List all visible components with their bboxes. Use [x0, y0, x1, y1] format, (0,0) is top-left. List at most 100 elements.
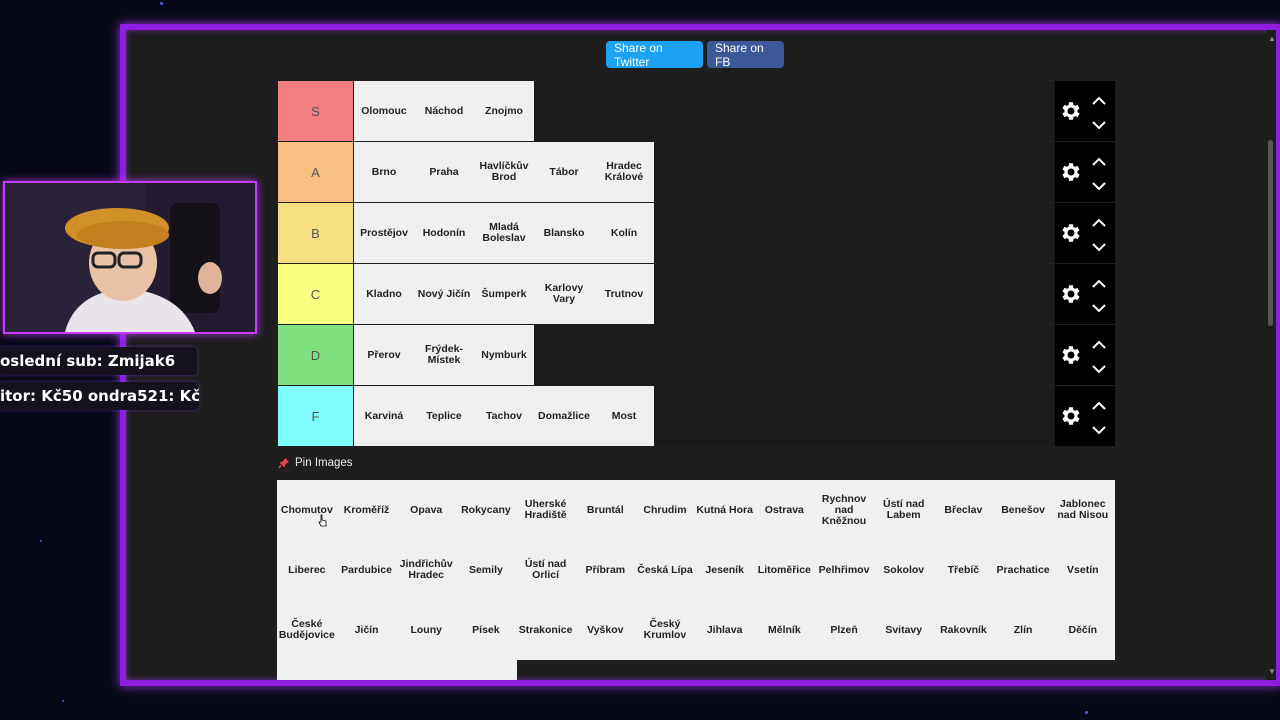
pool-item[interactable]: Zlín — [993, 600, 1053, 660]
pool-item[interactable]: Bruntál — [575, 480, 635, 540]
move-down-icon[interactable] — [1092, 117, 1106, 130]
pool-item[interactable]: Ústí nad Labem — [874, 480, 934, 540]
pool-item[interactable]: Sokolov — [874, 540, 934, 600]
tier-item[interactable]: Praha — [414, 142, 474, 202]
pool-item[interactable]: Mělník — [755, 600, 815, 660]
pool-item[interactable]: Kutná Hora — [695, 480, 755, 540]
pool-item[interactable]: Břeclav — [934, 480, 994, 540]
pool-item[interactable]: Louny — [396, 600, 456, 660]
tier-item[interactable]: Šumperk — [474, 264, 534, 324]
tier-item[interactable]: Hodonín — [414, 203, 474, 263]
tier-label[interactable]: C — [278, 264, 353, 324]
move-up-icon[interactable] — [1092, 215, 1106, 227]
move-down-icon[interactable] — [1092, 422, 1106, 435]
tier-item[interactable]: Tachov — [474, 386, 534, 446]
move-down-icon[interactable] — [1092, 239, 1106, 252]
pool-item[interactable]: Prachatice — [993, 540, 1053, 600]
tier-item[interactable]: Karlovy Vary — [534, 264, 594, 324]
pool-item[interactable]: Plzeň — [814, 600, 874, 660]
tier-item[interactable]: Trutnov — [594, 264, 654, 324]
tier-label[interactable]: S — [278, 81, 353, 141]
pool-item[interactable]: Liberec — [277, 540, 337, 600]
move-down-icon[interactable] — [1092, 178, 1106, 191]
tier-label[interactable]: A — [278, 142, 353, 202]
gear-icon[interactable] — [1059, 99, 1083, 123]
tier-label[interactable]: B — [278, 203, 353, 263]
tier-item[interactable]: Nymburk — [474, 325, 534, 385]
tier-item[interactable]: Přerov — [354, 325, 414, 385]
pool-item[interactable]: Třebíč — [934, 540, 994, 600]
tier-item[interactable]: Mladá Boleslav — [474, 203, 534, 263]
gear-icon[interactable] — [1059, 404, 1083, 428]
pool-item[interactable]: Pardubice — [337, 540, 397, 600]
pool-item[interactable]: Kroměříž — [337, 480, 397, 540]
move-down-icon[interactable] — [1092, 361, 1106, 374]
move-up-icon[interactable] — [1092, 276, 1106, 288]
pool-item[interactable]: Rokycany — [456, 480, 516, 540]
tier-item[interactable]: Znojmo — [474, 81, 534, 141]
pool-item[interactable]: Děčín — [1053, 600, 1113, 660]
pool-item[interactable]: Pelhřimov — [814, 540, 874, 600]
tier-item[interactable]: Nový Jičín — [414, 264, 474, 324]
tier-item[interactable]: Karviná — [354, 386, 414, 446]
move-down-icon[interactable] — [1092, 300, 1106, 313]
move-up-icon[interactable] — [1092, 93, 1106, 105]
share-twitter-button[interactable]: Share on Twitter — [606, 41, 703, 69]
gear-icon[interactable] — [1059, 160, 1083, 184]
pool-item[interactable]: Jihlava — [695, 600, 755, 660]
tier-item[interactable]: Domažlice — [534, 386, 594, 446]
tier-item[interactable]: Blansko — [534, 203, 594, 263]
tier-item[interactable]: Kolín — [594, 203, 654, 263]
tier-item[interactable]: Teplice — [414, 386, 474, 446]
tier-label[interactable]: F — [278, 386, 353, 446]
move-up-icon[interactable] — [1092, 398, 1106, 410]
pool-item[interactable]: Svitavy — [874, 600, 934, 660]
pool-item[interactable]: Rakovník — [934, 600, 994, 660]
pool-item[interactable]: Semily — [456, 540, 516, 600]
pool-item[interactable]: Ostrava — [755, 480, 815, 540]
pool-item[interactable]: Příbram — [575, 540, 635, 600]
tier-item[interactable]: Náchod — [414, 81, 474, 141]
tier-item[interactable]: Kladno — [354, 264, 414, 324]
pool-item[interactable]: České Budějovice — [277, 600, 337, 660]
pool-item[interactable]: Benešov — [993, 480, 1053, 540]
pin-images-toggle[interactable]: Pin Images — [278, 457, 353, 469]
pool-item[interactable]: Písek — [456, 600, 516, 660]
pool-item[interactable]: Jablonec nad Nisou — [1053, 480, 1113, 540]
pool-item[interactable]: Jindřichův Hradec — [396, 540, 456, 600]
tier-label[interactable]: D — [278, 325, 353, 385]
tier-list: S Olomouc Náchod Znojmo A Brno Praha Havlíčkův … — [278, 81, 1115, 446]
gear-icon[interactable] — [1059, 221, 1083, 245]
pool-item[interactable]: Strakonice — [516, 600, 576, 660]
pool-item[interactable]: Jičín — [337, 600, 397, 660]
pool-item[interactable]: Litoměřice — [755, 540, 815, 600]
tier-item[interactable]: Hradec Králové — [594, 142, 654, 202]
scroll-up-icon[interactable]: ▲ — [1268, 34, 1276, 43]
share-fb-button[interactable]: Share on FB — [707, 41, 784, 69]
pool-item[interactable]: Chomutov — [277, 480, 337, 540]
scrollbar-thumb[interactable] — [1268, 140, 1273, 326]
move-up-icon[interactable] — [1092, 154, 1106, 166]
scroll-down-icon[interactable]: ▼ — [1268, 667, 1276, 676]
pool-item[interactable]: Vsetín — [1053, 540, 1113, 600]
pool-item[interactable]: Ústí nad Orlicí — [516, 540, 576, 600]
pool-item[interactable]: Chrudim — [635, 480, 695, 540]
tier-item[interactable]: Olomouc — [354, 81, 414, 141]
move-up-icon[interactable] — [1092, 337, 1106, 349]
tier-item[interactable]: Havlíčkův Brod — [474, 142, 534, 202]
pool-item[interactable]: Český Krumlov — [635, 600, 695, 660]
gear-icon[interactable] — [1059, 282, 1083, 306]
gear-icon[interactable] — [1059, 343, 1083, 367]
page-scrollbar[interactable]: ▲ ▼ — [1266, 30, 1276, 680]
tier-item[interactable]: Brno — [354, 142, 414, 202]
pool-item[interactable]: Česká Lípa — [635, 540, 695, 600]
tier-item[interactable]: Most — [594, 386, 654, 446]
tier-item[interactable]: Frýdek-Místek — [414, 325, 474, 385]
pool-item[interactable]: Uherské Hradiště — [516, 480, 576, 540]
tier-item[interactable]: Prostějov — [354, 203, 414, 263]
pool-item[interactable]: Jeseník — [695, 540, 755, 600]
pool-item[interactable]: Vyškov — [575, 600, 635, 660]
pool-item[interactable]: Opava — [396, 480, 456, 540]
pool-item[interactable]: Rychnov nad Kněžnou — [814, 480, 874, 540]
tier-item[interactable]: Tábor — [534, 142, 594, 202]
